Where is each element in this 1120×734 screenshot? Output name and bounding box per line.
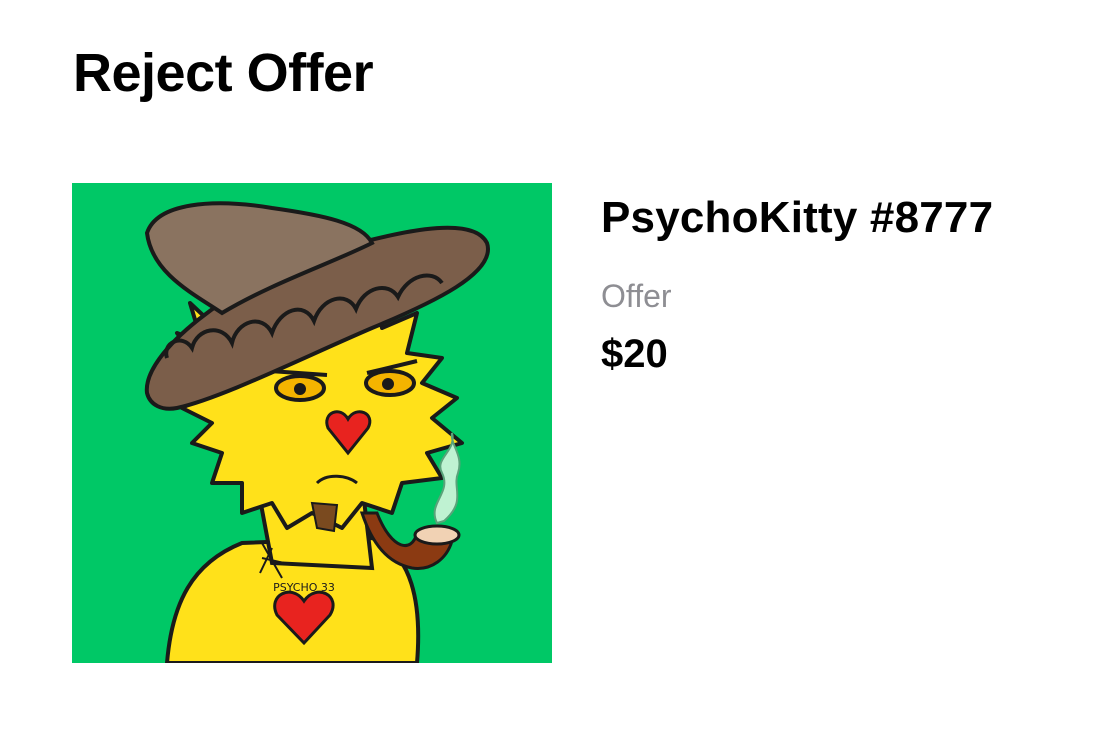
tattoo-text: PSYCHO 33 <box>273 581 335 594</box>
page-title: Reject Offer <box>73 43 374 103</box>
offer-label: Offer <box>601 278 672 314</box>
offer-details: PsychoKitty #8777 Offer $20 <box>601 190 1081 378</box>
offer-amount: $20 <box>601 332 668 376</box>
reject-offer-screen: Reject Offer PSYCHO 33 PsychoKitty #8777… <box>0 0 1120 734</box>
psychokitty-illustration: PSYCHO 33 <box>72 183 552 663</box>
item-name: PsychoKitty #8777 <box>601 193 994 242</box>
nft-image: PSYCHO 33 <box>72 183 552 663</box>
